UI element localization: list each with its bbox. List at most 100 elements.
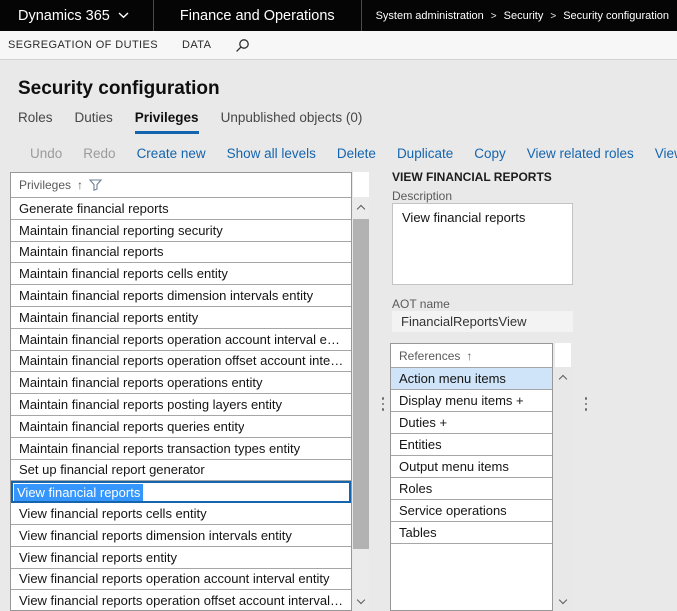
product-name: Dynamics 365 (18, 7, 110, 24)
privilege-name: View financial reports entity (19, 549, 178, 565)
splitter-handle[interactable] (584, 397, 588, 411)
privilege-name: Maintain financial reports operations en… (19, 375, 263, 391)
toolbar-button-disabled: Redo (83, 146, 116, 161)
command-bar-item[interactable]: SEGREGATION OF DUTIES (8, 39, 158, 51)
description-label: Description (392, 189, 453, 203)
scroll-down-button[interactable] (555, 591, 571, 611)
reference-name: Service operations (399, 503, 507, 518)
dynamics-365-menu[interactable]: Dynamics 365 (0, 0, 153, 31)
toolbar-button[interactable]: Delete (337, 146, 376, 161)
privilege-row[interactable]: Maintain financial reports dimension int… (11, 285, 351, 307)
privilege-row[interactable]: Maintain financial reports cells entity (11, 263, 351, 286)
privilege-name: View financial reports operation account… (19, 571, 330, 587)
breadcrumb: System administrationSecuritySecurity co… (362, 0, 677, 31)
privilege-name: View financial reports dimension interva… (19, 527, 292, 543)
privilege-name: View financial reports cells entity (19, 506, 207, 522)
tab[interactable]: Privileges (134, 110, 199, 134)
reference-row[interactable]: Tables (391, 522, 552, 544)
privilege-name: Maintain financial reports (19, 244, 164, 260)
privilege-row[interactable]: Maintain financial reports operation acc… (11, 329, 351, 351)
scroll-down-button[interactable] (353, 591, 369, 611)
toolbar-button[interactable]: Copy (474, 146, 506, 161)
privilege-name: Maintain financial reports transaction t… (19, 440, 301, 456)
privileges-column-header[interactable]: Privileges ↑ (11, 173, 351, 198)
privilege-row[interactable]: View financial reports operation offset … (11, 590, 351, 610)
privilege-row[interactable]: View financial reports dimension interva… (11, 525, 351, 547)
scrollbar-cap (555, 343, 571, 367)
aot-name-label: AOT name (392, 297, 450, 311)
toolbar-button[interactable]: Create new (137, 146, 206, 161)
tab[interactable]: Unpublished objects (0) (221, 110, 363, 134)
search-button[interactable] (235, 38, 250, 53)
reference-name: Action menu items (399, 371, 506, 386)
filter-icon[interactable] (89, 179, 103, 191)
privilege-name: Maintain financial reports cells entity (19, 266, 228, 282)
toolbar-button[interactable]: Duplicate (397, 146, 453, 161)
scroll-up-button[interactable] (353, 197, 369, 217)
reference-row[interactable]: Output menu items (391, 456, 552, 478)
app-name[interactable]: Finance and Operations (154, 0, 361, 31)
privilege-name: Maintain financial reporting security (19, 222, 223, 238)
privilege-row[interactable]: Set up financial report generator (11, 460, 351, 482)
breadcrumb-item[interactable]: Security configuration (563, 10, 669, 22)
scroll-up-button[interactable] (555, 367, 571, 387)
reference-name: Roles (399, 481, 433, 496)
privilege-row[interactable]: Maintain financial reports entity (11, 307, 351, 329)
aot-name-field: FinancialReportsView (392, 311, 573, 332)
reference-row[interactable]: Roles (391, 478, 552, 500)
reference-name: Tables (399, 525, 437, 540)
search-icon (236, 38, 250, 52)
references-column-header[interactable]: References ↑ (391, 344, 552, 368)
privilege-name: Maintain financial reports queries entit… (19, 418, 245, 434)
privilege-row[interactable]: Maintain financial reports posting layer… (11, 394, 351, 416)
reference-row[interactable]: Action menu items (391, 368, 552, 390)
breadcrumb-item[interactable]: Security (504, 10, 564, 22)
privilege-row[interactable]: Maintain financial reports operations en… (11, 372, 351, 395)
reference-name: Entities (399, 437, 442, 452)
privilege-row[interactable]: Maintain financial reports transaction t… (11, 438, 351, 460)
privilege-row[interactable]: Maintain financial reports operation off… (11, 351, 351, 373)
reference-name: Duties + (399, 415, 448, 430)
privilege-name: View financial reports (14, 483, 144, 501)
privilege-row[interactable]: View financial reports (11, 481, 351, 504)
tab[interactable]: Duties (75, 110, 113, 134)
privilege-name: Maintain financial reports operation acc… (19, 331, 345, 347)
privilege-row[interactable]: Maintain financial reports (11, 242, 351, 264)
breadcrumb-item[interactable]: System administration (376, 10, 504, 22)
reference-row[interactable]: Entities (391, 434, 552, 456)
privileges-scrollbar[interactable] (353, 172, 369, 611)
privilege-row[interactable]: Maintain financial reports queries entit… (11, 416, 351, 438)
privilege-name: Maintain financial reports entity (19, 309, 199, 325)
toolbar-button-disabled: Undo (30, 146, 63, 161)
privilege-row[interactable]: View financial reports operation account… (11, 569, 351, 591)
scrollbar-thumb[interactable] (353, 219, 369, 549)
sort-ascending-icon: ↑ (466, 348, 473, 363)
toolbar-button[interactable]: View related roles (527, 146, 634, 161)
chevron-down-icon (558, 595, 568, 605)
privilege-row[interactable]: View financial reports cells entity (11, 503, 351, 525)
privilege-row[interactable]: Maintain financial reporting security (11, 220, 351, 242)
description-field[interactable]: View financial reports (392, 203, 573, 285)
column-header-label: Privileges (19, 178, 72, 192)
tab-strip: Roles Duties Privileges Unpublished objects… (18, 110, 362, 134)
reference-row[interactable]: Display menu items + (391, 390, 552, 412)
splitter-handle[interactable] (381, 397, 385, 411)
command-bar: SEGREGATION OF DUTIES DATA (0, 31, 677, 60)
toolbar-button[interactable]: Show all levels (227, 146, 316, 161)
references-scrollbar[interactable] (555, 343, 571, 611)
reference-row[interactable]: Duties + (391, 412, 552, 434)
reference-row[interactable]: Service operations (391, 500, 552, 522)
column-header-label: References (399, 348, 461, 363)
chevron-up-icon (356, 204, 366, 214)
privilege-row[interactable]: Generate financial reports (11, 198, 351, 220)
tab[interactable]: Roles (18, 110, 53, 134)
reference-name: Output menu items (399, 459, 509, 474)
chevron-up-icon (558, 374, 568, 384)
toolbar-button[interactable]: View permissions (655, 146, 677, 161)
sort-ascending-icon: ↑ (77, 178, 84, 192)
selected-privilege-title: VIEW FINANCIAL REPORTS (392, 170, 552, 184)
privilege-row[interactable]: View financial reports entity (11, 547, 351, 569)
chevron-down-icon (356, 595, 366, 605)
command-bar-item[interactable]: DATA (182, 39, 211, 51)
chevron-down-icon (118, 12, 129, 19)
